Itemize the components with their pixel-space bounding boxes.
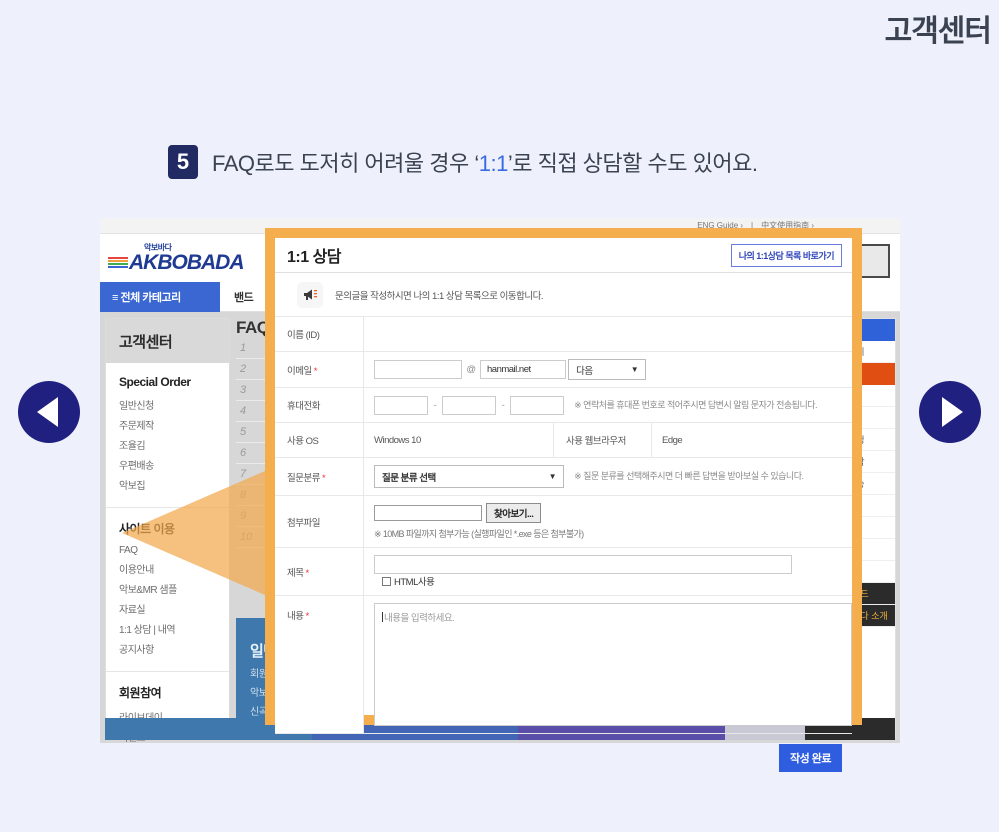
label-subject-text: 제목 xyxy=(287,567,304,579)
label-name: 이름 (ID) xyxy=(275,317,364,352)
form-row-subject: 제목 * HTML사용 xyxy=(275,547,852,596)
notice-text: 문의글을 작성하시면 나의 1:1 상담 목록으로 이동합니다. xyxy=(335,290,543,302)
nav-item-band[interactable]: 밴드 xyxy=(220,289,267,305)
form-row-phone: 휴대전화 - - ※ 연락처를 휴대폰 번호로 적어주시면 답변시 알림 문자가 … xyxy=(275,387,852,423)
category-select[interactable]: 질문 분류 선택 ▼ xyxy=(374,465,564,488)
email-user-input[interactable] xyxy=(374,360,462,379)
phone-part2-input[interactable] xyxy=(442,395,496,415)
required-marker: * xyxy=(321,472,326,484)
content-placeholder: 내용을 입력하세요. xyxy=(384,613,455,624)
my-consult-list-button[interactable]: 나의 1:1상담 목록 바로가기 xyxy=(730,243,842,267)
value-browser: Edge xyxy=(651,422,852,458)
label-attachment: 첨부파일 xyxy=(275,495,364,548)
submit-button[interactable]: 작성 완료 xyxy=(778,744,842,772)
html-use-checkbox-wrap[interactable]: HTML사용 xyxy=(382,574,435,588)
value-attachment: 찾아보기... ※ 10MB 파일까지 첨부가능 (실행파일인 *.exe 등은… xyxy=(363,495,852,548)
rainbow-bars-icon xyxy=(108,257,128,268)
phone-separator: - xyxy=(433,399,437,411)
step-text-after: ’로 직접 상담할 수도 있어요. xyxy=(507,151,758,176)
label-email-text: 이메일 xyxy=(287,365,312,377)
required-marker: * xyxy=(305,567,309,579)
next-slide-button[interactable] xyxy=(919,381,981,443)
site-logo[interactable]: 악보바다 AKBOBADA xyxy=(108,242,244,273)
attachment-path-input[interactable] xyxy=(374,505,482,521)
phone-hint: ※ 연락처를 휴대폰 번호로 적어주시면 답변시 알림 문자가 전송됩니다. xyxy=(574,399,818,410)
html-use-label: HTML사용 xyxy=(394,577,435,588)
phone-part3-input[interactable] xyxy=(510,395,564,415)
label-category: 질문분류 * xyxy=(275,457,364,496)
megaphone-icon xyxy=(297,281,323,308)
label-os: 사용 OS xyxy=(275,422,364,458)
sidebar-title: 고객센터 xyxy=(106,319,229,363)
chevron-down-icon: ▼ xyxy=(630,365,639,374)
form-row-category: 질문분류 * 질문 분류 선택 ▼ ※ 질문 분류를 선택해주시면 더 빠른 답변을… xyxy=(275,457,852,496)
label-content-text: 내용 xyxy=(287,611,304,622)
triangle-left-icon xyxy=(36,397,58,427)
content-textarea[interactable]: 내용을 입력하세요. xyxy=(374,603,852,726)
at-symbol: @ xyxy=(466,364,476,375)
email-provider-value: 다음 xyxy=(576,365,593,377)
submit-row: 작성 완료 xyxy=(275,734,852,781)
consult-form: 이름 (ID) 이메일 * @ hanmail.net 다음 ▼ 휴대전화 -- ※ … xyxy=(275,317,852,734)
form-row-attachment: 첨부파일 찾아보기... ※ 10MB 파일까지 첨부가능 (실행파일인 *.e… xyxy=(275,495,852,548)
sidebar-item-custom-order[interactable]: 주문제작 xyxy=(119,417,229,432)
sidebar-group-heading: 회원참여 xyxy=(119,686,162,700)
email-provider-select[interactable]: 다음 ▼ xyxy=(568,359,647,380)
value-category: 질문 분류 선택 ▼ ※ 질문 분류를 선택해주시면 더 빠른 답변을 받아보실 … xyxy=(363,457,852,496)
form-row-content: 내용 * 내용을 입력하세요. xyxy=(275,595,852,734)
email-domain-input[interactable]: hanmail.net xyxy=(480,360,566,379)
phone-part1-input[interactable] xyxy=(374,395,428,415)
subject-input[interactable] xyxy=(374,555,792,574)
modal-title: 1:1 상담 xyxy=(287,249,342,266)
callout-pointer xyxy=(122,468,272,598)
modal-header: 1:1 상담 나의 1:1상담 목록 바로가기 xyxy=(275,238,852,273)
phone-separator: - xyxy=(501,399,505,411)
sidebar-item-tuning[interactable]: 조율김 xyxy=(119,437,229,452)
required-marker: * xyxy=(305,611,309,622)
browse-button[interactable]: 찾아보기... xyxy=(486,503,542,523)
sidebar-item-resources[interactable]: 자료실 xyxy=(119,601,229,616)
sidebar-group-heading: Special Order xyxy=(119,375,191,389)
triangle-right-icon xyxy=(941,397,963,427)
logo-main-text: AKBOBADA xyxy=(108,251,244,274)
step-instruction: 5 FAQ로도 도저히 어려울 경우 ‘1:1’로 직접 상담할 수도 있어요. xyxy=(168,145,758,179)
value-os: Windows 10 xyxy=(363,422,554,458)
logo-en-text: AKBOBADA xyxy=(129,251,244,274)
step-text: FAQ로도 도저히 어려울 경우 ‘1:1’로 직접 상담할 수도 있어요. xyxy=(212,146,758,178)
category-hint: ※ 질문 분류를 선택해주시면 더 빠른 답변을 받아보실 수 있습니다. xyxy=(574,471,804,482)
value-phone: - - ※ 연락처를 휴대폰 번호로 적어주시면 답변시 알림 문자가 전송됩니다… xyxy=(363,387,852,423)
checkbox-icon[interactable] xyxy=(382,576,391,586)
form-row-name: 이름 (ID) xyxy=(275,317,852,352)
prev-slide-button[interactable] xyxy=(18,381,80,443)
form-row-email: 이메일 * @ hanmail.net 다음 ▼ xyxy=(275,351,852,388)
label-category-text: 질문분류 xyxy=(287,472,320,484)
attachment-note: ※ 10MB 파일까지 첨부가능 (실행파일인 *.exe 등은 첨부불가) xyxy=(374,529,584,539)
step-number-badge: 5 xyxy=(168,145,198,179)
megaphone-glyph xyxy=(303,289,317,300)
text-caret xyxy=(382,612,383,622)
value-subject: HTML사용 xyxy=(363,547,852,596)
value-content: 내용을 입력하세요. xyxy=(363,595,852,734)
category-selected-value: 질문 분류 선택 xyxy=(382,472,436,484)
required-marker: * xyxy=(313,365,318,377)
sidebar-item-general-request[interactable]: 일반신청 xyxy=(119,397,229,412)
notice-bar: 문의글을 작성하시면 나의 1:1 상담 목록으로 이동합니다. xyxy=(275,273,852,317)
one-to-one-consult-modal: 1:1 상담 나의 1:1상담 목록 바로가기 문의글을 작성하시면 나의 1:… xyxy=(265,228,862,772)
nav-all-categories[interactable]: ≡ 전체 카테고리 xyxy=(100,281,220,312)
step-text-highlight: 1:1 xyxy=(478,151,509,176)
page-header: 고객센터 xyxy=(0,0,999,62)
sidebar-item-notices[interactable]: 공지사항 xyxy=(119,641,229,656)
step-text-before: FAQ로도 도저히 어려울 경우 ‘ xyxy=(212,151,479,176)
value-email: @ hanmail.net 다음 ▼ xyxy=(363,351,852,388)
label-phone: 휴대전화 xyxy=(275,387,364,423)
label-subject: 제목 * xyxy=(275,547,364,596)
form-row-environment: 사용 OS Windows 10 사용 웹브라우저 Edge xyxy=(275,422,852,458)
chevron-down-icon: ▼ xyxy=(548,472,557,481)
sidebar-item-one-to-one[interactable]: 1:1 상담 | 내역 xyxy=(119,621,229,636)
label-browser: 사용 웹브라우저 xyxy=(553,422,652,458)
value-name xyxy=(363,317,852,352)
page-title: 고객센터 xyxy=(884,15,992,48)
label-content: 내용 * xyxy=(275,595,364,734)
label-email: 이메일 * xyxy=(275,351,364,388)
